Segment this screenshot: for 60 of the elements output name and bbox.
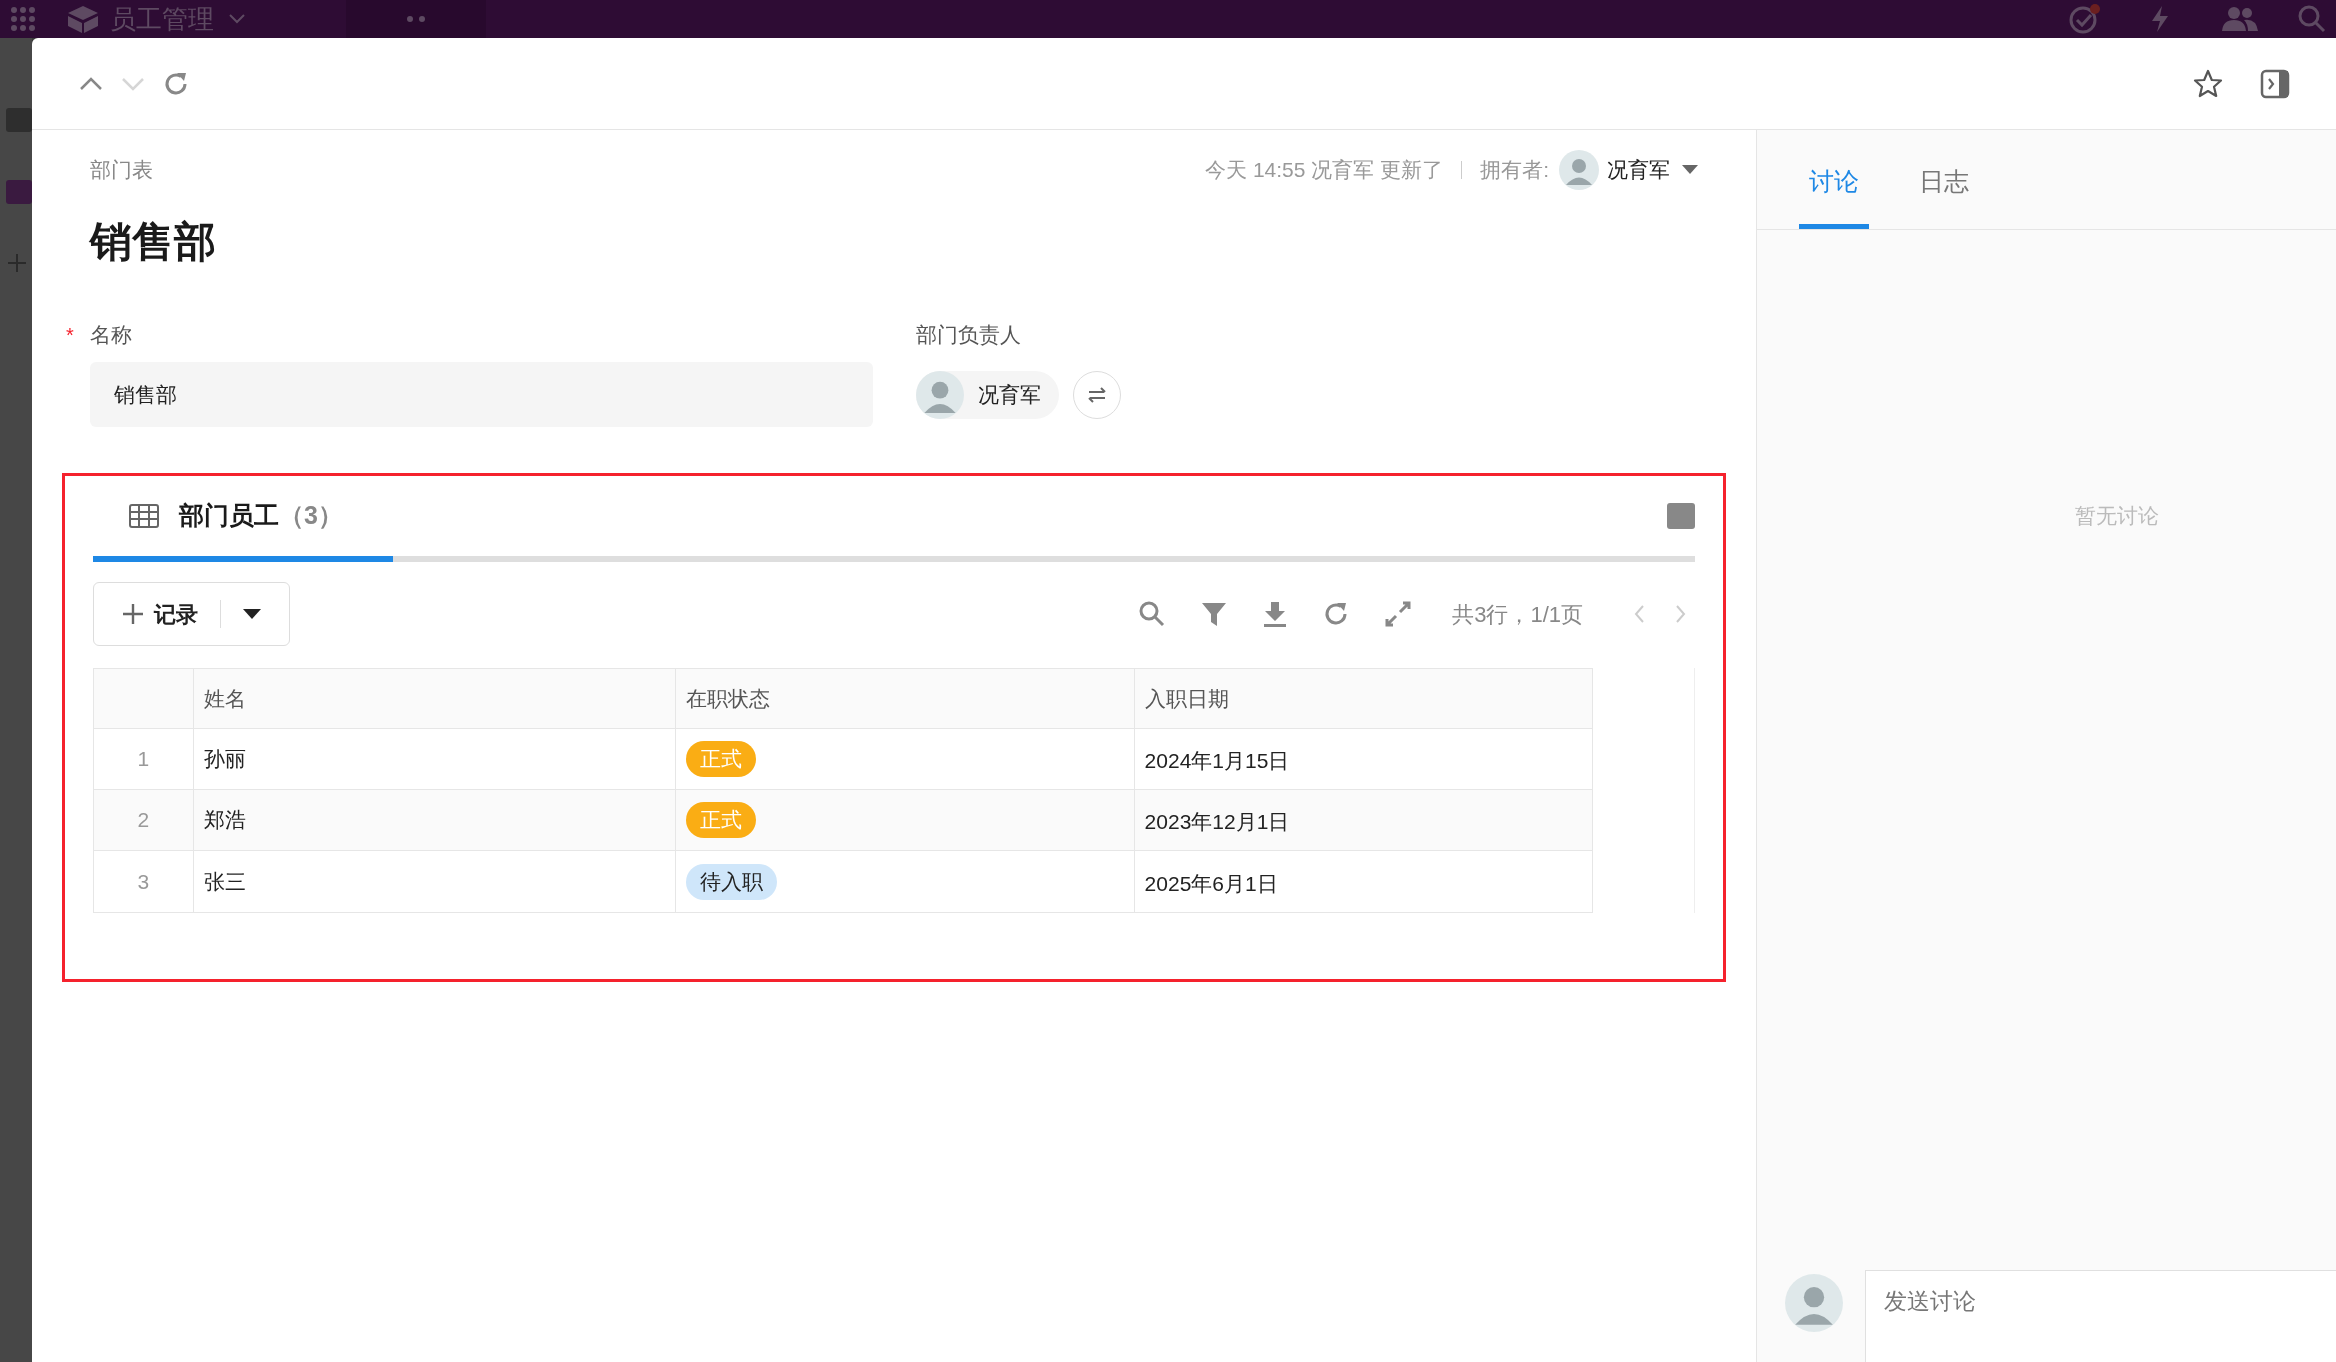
- chevron-left-icon[interactable]: [1633, 604, 1645, 624]
- plus-icon[interactable]: [6, 252, 28, 274]
- owner-label: 拥有者:: [1480, 157, 1549, 184]
- chevron-down-icon[interactable]: [228, 13, 246, 25]
- status-tag: 正式: [686, 741, 757, 777]
- row-number: 3: [94, 851, 194, 912]
- breadcrumb[interactable]: 部门表: [90, 154, 153, 186]
- add-record-button[interactable]: 记录: [93, 582, 290, 646]
- field-label: 部门负责人: [916, 322, 1021, 349]
- table-cell: 郑浩: [193, 790, 677, 850]
- table-cell-text: 2025年6月1日: [1143, 870, 1279, 897]
- star-icon[interactable]: [2192, 67, 2224, 100]
- status-tag: 待入职: [686, 863, 778, 900]
- field-label: 名称: [90, 322, 132, 349]
- swap-icon: [1086, 386, 1108, 403]
- pagination-info: 共3行，1/1页: [1452, 600, 1583, 629]
- row-number: 2: [94, 790, 194, 850]
- more-icon[interactable]: [407, 16, 425, 22]
- table-cell-text: 2023年12月1日: [1143, 809, 1291, 836]
- search-icon[interactable]: [2298, 5, 2326, 33]
- side-panel-icon[interactable]: [2260, 68, 2290, 99]
- collapse-icon[interactable]: [1667, 503, 1695, 529]
- required-mark: *: [66, 323, 74, 348]
- user-chip[interactable]: 况育军: [916, 370, 1059, 419]
- panel-tab[interactable]: 讨论: [1799, 159, 1869, 229]
- discussion-input[interactable]: 发送讨论: [1865, 1270, 2336, 1362]
- panel-tab[interactable]: 日志: [1909, 159, 1979, 229]
- caret-down-icon[interactable]: [243, 608, 261, 620]
- table-cell: 孙丽: [193, 729, 677, 789]
- owner-name[interactable]: 况育军: [1607, 154, 1670, 186]
- avatar-icon: [1559, 150, 1599, 190]
- avatar-icon: [916, 370, 964, 419]
- chevron-right-icon[interactable]: [1675, 604, 1687, 624]
- empty-message: 暂无讨论: [2074, 503, 2159, 529]
- swap-button[interactable]: [1073, 370, 1121, 419]
- app-grid-icon[interactable]: [10, 6, 36, 32]
- column-header[interactable]: 姓名: [193, 669, 677, 728]
- update-info: 今天 14:55 况育军 更新了: [1205, 157, 1444, 184]
- people-icon[interactable]: [2222, 6, 2258, 32]
- column-header[interactable]: 在职状态: [676, 669, 1135, 728]
- filter-icon[interactable]: [1200, 600, 1229, 628]
- text-field[interactable]: 销售部: [90, 362, 873, 427]
- tab-label: 部门员工: [179, 500, 279, 532]
- plus-icon: [122, 603, 144, 625]
- chevron-up-icon[interactable]: [78, 75, 104, 92]
- check-circle-icon[interactable]: [2068, 4, 2102, 34]
- avatar-icon: [1785, 1274, 1843, 1332]
- table-cell-text: 2024年1月15日: [1143, 748, 1291, 775]
- status-tag: 正式: [686, 802, 757, 838]
- search-icon[interactable]: [1138, 600, 1167, 628]
- download-icon[interactable]: [1262, 600, 1289, 628]
- tab-count: （3）: [279, 500, 343, 532]
- table-cell: 张三: [193, 851, 677, 912]
- cube-logo-icon: [66, 4, 100, 34]
- expand-icon[interactable]: [1384, 600, 1413, 628]
- column-header[interactable]: 入职日期: [1134, 669, 1592, 728]
- chevron-down-icon[interactable]: [120, 75, 146, 92]
- row-number: 1: [94, 729, 194, 789]
- record-title: 销售部: [88, 217, 217, 267]
- subtable-tab[interactable]: 部门员工（3）: [93, 476, 379, 556]
